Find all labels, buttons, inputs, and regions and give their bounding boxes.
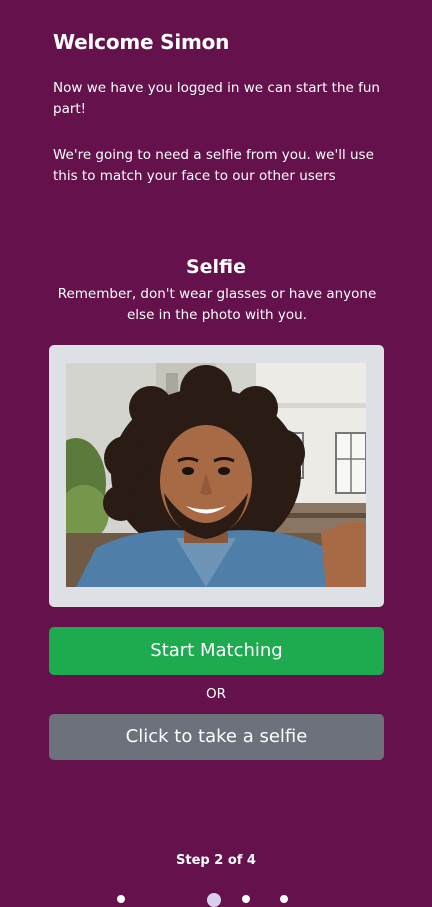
welcome-title: Welcome Simon [53,30,230,54]
intro-text-1: Now we have you logged in we can start t… [53,80,380,117]
intro-text-2: We're going to need a selfie from you. w… [53,147,374,184]
section-title: Selfie [185,256,247,278]
step-dots [0,893,432,907]
selfie-photo [66,363,366,587]
step-dot-1 [117,895,125,903]
selfie-preview-card [49,345,384,607]
step-dot-2 [207,893,221,907]
section-description: Remember, don't wear glasses or have any… [57,286,377,323]
start-matching-button[interactable]: Start Matching [49,627,384,675]
or-separator: OR [205,686,226,702]
step-dot-3 [242,895,250,903]
step-indicator-text: Step 2 of 4 [176,853,256,868]
take-selfie-button[interactable]: Click to take a selfie [49,714,384,760]
step-dot-4 [280,895,288,903]
